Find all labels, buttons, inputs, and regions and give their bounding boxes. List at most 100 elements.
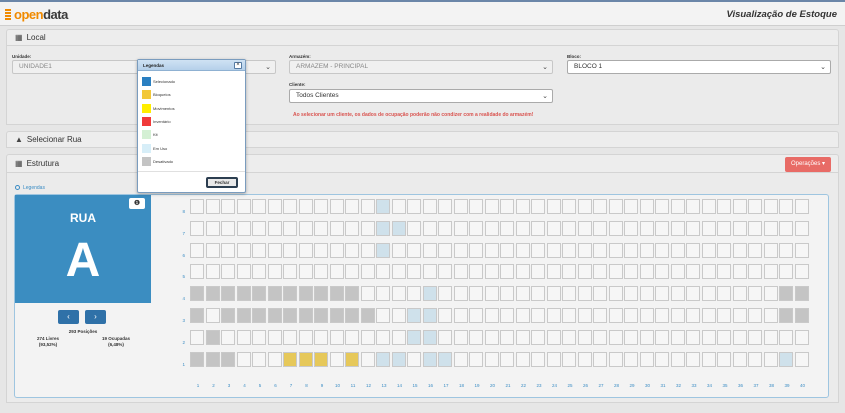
grid-cell[interactable]	[221, 264, 235, 280]
grid-cell[interactable]	[391, 242, 406, 258]
grid-cell[interactable]	[469, 264, 483, 280]
grid-cell[interactable]	[794, 329, 809, 345]
grid-cell[interactable]	[376, 199, 390, 214]
grid-cell[interactable]	[221, 199, 235, 214]
grid-cell[interactable]	[298, 242, 313, 258]
grid-cell[interactable]	[763, 308, 778, 323]
grid-cell[interactable]	[577, 220, 592, 236]
grid-cell[interactable]	[345, 308, 359, 323]
grid-cell[interactable]	[779, 264, 793, 280]
grid-cell[interactable]	[438, 242, 452, 258]
grid-cell[interactable]	[484, 242, 499, 258]
bloco-select[interactable]: BLOCO 1 ⌄	[567, 60, 831, 74]
grid-cell[interactable]	[717, 351, 731, 367]
grid-cell[interactable]	[252, 351, 266, 367]
grid-cell[interactable]	[701, 329, 716, 345]
grid-cell[interactable]	[546, 199, 561, 214]
grid-cell[interactable]	[593, 242, 607, 258]
grid-cell[interactable]	[546, 351, 561, 367]
grid-cell[interactable]	[221, 329, 235, 345]
grid-cell[interactable]	[283, 329, 297, 345]
grid-cell[interactable]	[329, 220, 344, 236]
grid-cell[interactable]	[531, 351, 545, 367]
grid-cell[interactable]	[515, 264, 530, 280]
grid-cell[interactable]	[484, 351, 499, 367]
grid-cell[interactable]	[453, 286, 468, 302]
grid-cell[interactable]	[314, 329, 328, 345]
grid-cell[interactable]	[469, 242, 483, 258]
grid-cell[interactable]	[593, 220, 607, 236]
grid-cell[interactable]	[283, 308, 297, 323]
grid-cell[interactable]	[453, 242, 468, 258]
grid-cell[interactable]	[376, 220, 390, 236]
grid-cell[interactable]	[500, 286, 514, 302]
grid-cell[interactable]	[376, 242, 390, 258]
grid-cell[interactable]	[422, 308, 437, 323]
grid-cell[interactable]	[252, 220, 266, 236]
grid-cell[interactable]	[794, 264, 809, 280]
grid-cell[interactable]	[453, 351, 468, 367]
grid-cell[interactable]	[221, 351, 235, 367]
grid-cell[interactable]	[748, 329, 762, 345]
grid-cell[interactable]	[469, 329, 483, 345]
grid-cell[interactable]	[531, 220, 545, 236]
grid-cell[interactable]	[500, 199, 514, 214]
grid-cell[interactable]	[205, 220, 220, 236]
grid-cell[interactable]	[763, 242, 778, 258]
grid-cell[interactable]	[422, 242, 437, 258]
grid-cell[interactable]	[267, 264, 282, 280]
grid-cell[interactable]	[422, 199, 437, 214]
grid-cell[interactable]	[190, 308, 204, 323]
grid-cell[interactable]	[701, 286, 716, 302]
grid-cell[interactable]	[546, 308, 561, 323]
grid-cell[interactable]	[546, 220, 561, 236]
grid-cell[interactable]	[624, 351, 638, 367]
grid-cell[interactable]	[779, 308, 793, 323]
grid-cell[interactable]	[608, 242, 623, 258]
armazem-select[interactable]: ARMAZEM - PRINCIPAL ⌄	[289, 60, 553, 74]
grid-cell[interactable]	[500, 308, 514, 323]
grid-cell[interactable]	[283, 351, 297, 367]
grid-cell[interactable]	[360, 242, 375, 258]
grid-cell[interactable]	[779, 199, 793, 214]
grid-cell[interactable]	[794, 242, 809, 258]
grid-cell[interactable]	[267, 242, 282, 258]
grid-cell[interactable]	[469, 351, 483, 367]
grid-cell[interactable]	[314, 308, 328, 323]
grid-cell[interactable]	[360, 351, 375, 367]
grid-cell[interactable]	[329, 264, 344, 280]
grid-cell[interactable]	[779, 242, 793, 258]
grid-cell[interactable]	[608, 286, 623, 302]
grid-cell[interactable]	[593, 286, 607, 302]
grid-cell[interactable]	[205, 242, 220, 258]
grid-cell[interactable]	[717, 308, 731, 323]
grid-cell[interactable]	[329, 286, 344, 302]
grid-cell[interactable]	[500, 264, 514, 280]
grid-cell[interactable]	[701, 308, 716, 323]
grid-cell[interactable]	[360, 264, 375, 280]
grid-cell[interactable]	[469, 220, 483, 236]
grid-cell[interactable]	[562, 242, 576, 258]
grid-cell[interactable]	[624, 308, 638, 323]
opendata-logo[interactable]: opendata	[5, 7, 68, 22]
grid-cell[interactable]	[407, 308, 421, 323]
grid-cell[interactable]	[298, 329, 313, 345]
grid-cell[interactable]	[593, 264, 607, 280]
grid-cell[interactable]	[329, 199, 344, 214]
grid-cell[interactable]	[670, 242, 685, 258]
info-button[interactable]: ❶	[129, 198, 145, 209]
grid-cell[interactable]	[562, 329, 576, 345]
grid-cell[interactable]	[562, 286, 576, 302]
grid-cell[interactable]	[748, 308, 762, 323]
grid-cell[interactable]	[500, 242, 514, 258]
grid-cell[interactable]	[438, 264, 452, 280]
grid-cell[interactable]	[438, 220, 452, 236]
grid-cell[interactable]	[376, 286, 390, 302]
grid-cell[interactable]	[686, 220, 700, 236]
grid-cell[interactable]	[577, 286, 592, 302]
grid-cell[interactable]	[732, 308, 747, 323]
grid-cell[interactable]	[732, 242, 747, 258]
grid-cell[interactable]	[577, 308, 592, 323]
grid-cell[interactable]	[639, 199, 654, 214]
grid-cell[interactable]	[391, 351, 406, 367]
